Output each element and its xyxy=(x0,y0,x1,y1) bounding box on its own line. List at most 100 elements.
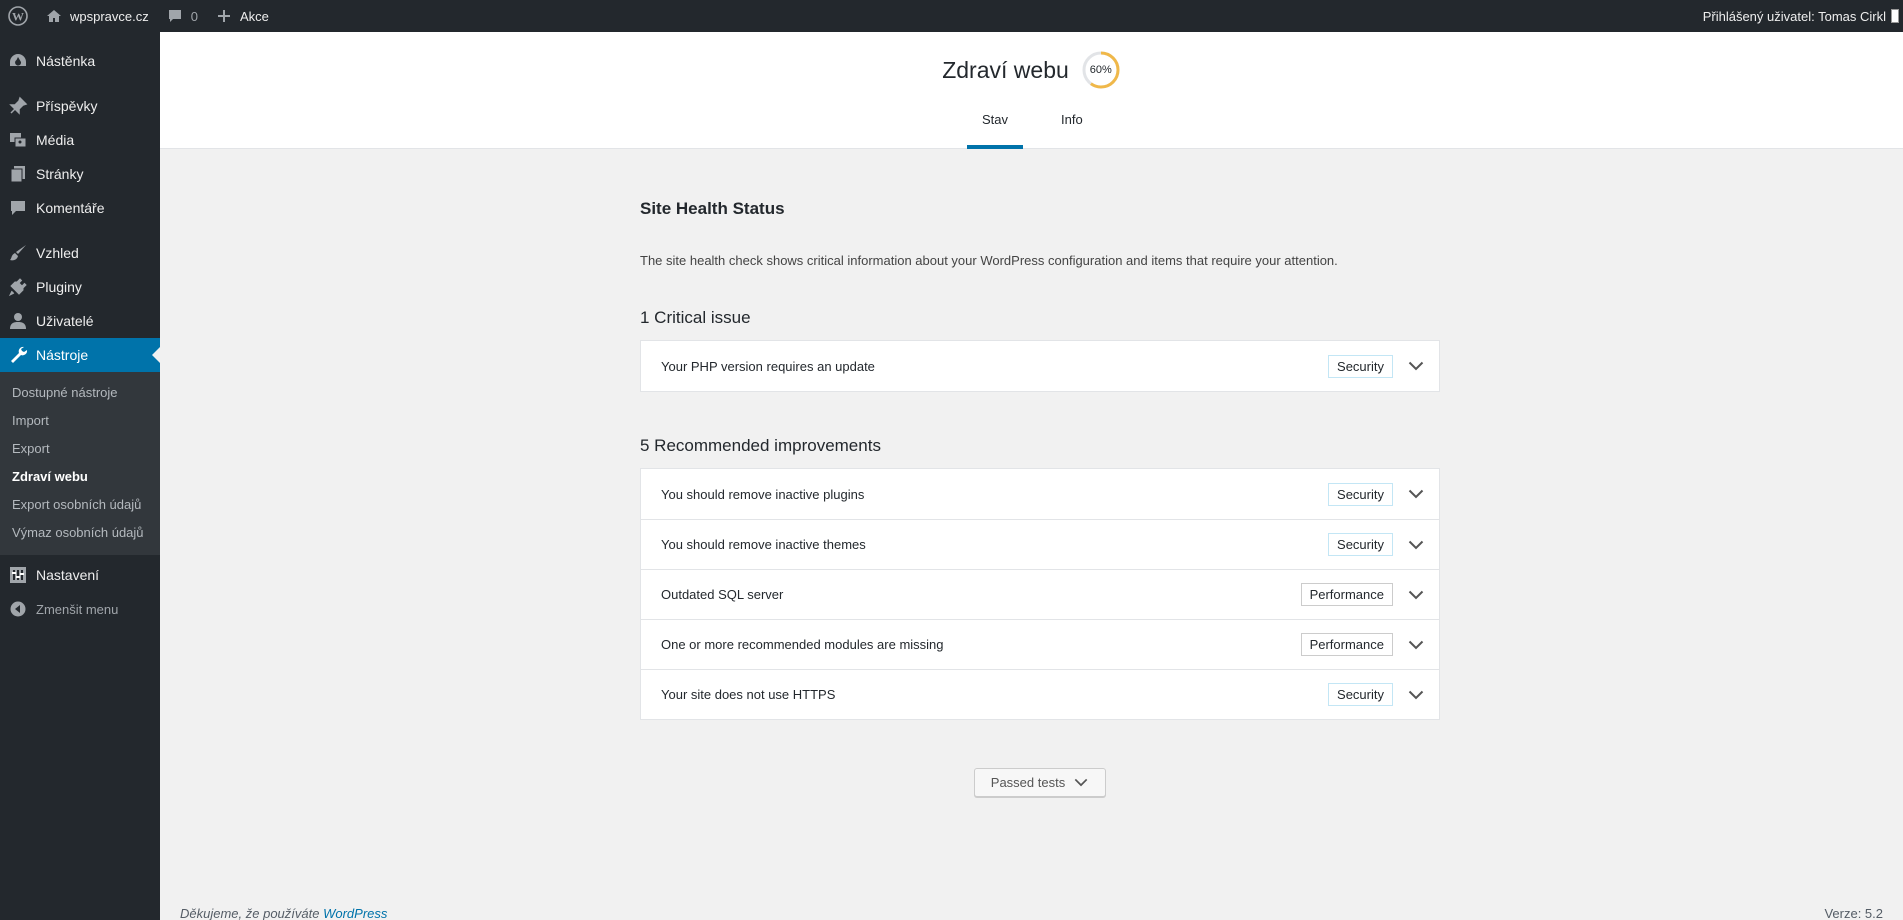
sidebar-item-label: Stránky xyxy=(36,166,84,182)
chevron-down-icon[interactable] xyxy=(1405,534,1427,556)
admin-sidebar: Nástěnka Příspěvky Média Stránky Komentá… xyxy=(0,32,160,920)
issue-row[interactable]: You should remove inactive themes Securi… xyxy=(641,519,1439,569)
sidebar-item-label: Média xyxy=(36,132,75,148)
sidebar-item-label: Nástěnka xyxy=(36,53,96,69)
collapse-menu-button[interactable]: Zmenšit menu xyxy=(0,592,160,626)
sidebar-item-label: Pluginy xyxy=(36,279,82,295)
admin-footer: Děkujeme, že používáte WordPress Verze: … xyxy=(180,906,1903,920)
issue-badge: Performance xyxy=(1300,633,1393,656)
new-content-label: Akce xyxy=(239,8,269,24)
plugin-icon xyxy=(0,277,36,297)
submenu-item-import[interactable]: Import xyxy=(0,407,160,435)
submenu-item-erase-personal-data[interactable]: Výmaz osobních údajů xyxy=(0,519,160,547)
user-icon xyxy=(0,311,36,331)
critical-issues-list: Your PHP version requires an update Secu… xyxy=(640,340,1440,392)
health-score-text: 60% xyxy=(1089,64,1112,76)
health-score-indicator: 60% xyxy=(1081,50,1121,90)
collapse-menu-label: Zmenšit menu xyxy=(36,601,119,617)
site-health-content: Site Health Status The site health check… xyxy=(640,149,1440,797)
issue-badge: Security xyxy=(1328,482,1393,506)
status-description: The site health check shows critical inf… xyxy=(640,253,1338,268)
tab-status[interactable]: Stav xyxy=(967,102,1023,149)
site-name-link[interactable]: wpspravce.cz xyxy=(36,0,157,32)
sidebar-item-label: Komentáře xyxy=(36,200,105,216)
issue-row[interactable]: You should remove inactive plugins Secur… xyxy=(641,469,1439,519)
issue-row[interactable]: One or more recommended modules are miss… xyxy=(641,619,1439,669)
comments-count: 0 xyxy=(190,8,198,24)
pages-icon xyxy=(0,164,36,184)
avatar xyxy=(1891,9,1899,23)
sidebar-item-posts[interactable]: Příspěvky xyxy=(0,89,160,123)
sidebar-item-appearance[interactable]: Vzhled xyxy=(0,236,160,270)
dashboard-icon xyxy=(0,51,36,71)
site-health-tabs: Stav Info xyxy=(967,102,1091,149)
sidebar-item-users[interactable]: Uživatelé xyxy=(0,304,160,338)
chevron-down-icon[interactable] xyxy=(1405,355,1427,377)
sidebar-item-tools[interactable]: Nástroje xyxy=(0,338,160,372)
collapse-arrow-icon xyxy=(0,599,36,619)
issue-row[interactable]: Your site does not use HTTPS Security xyxy=(641,669,1439,719)
settings-icon xyxy=(0,565,36,585)
sidebar-item-plugins[interactable]: Pluginy xyxy=(0,270,160,304)
brush-icon xyxy=(0,243,36,263)
issue-row[interactable]: Outdated SQL server Performance xyxy=(641,569,1439,619)
critical-issues-title: 1 Critical issue xyxy=(640,308,751,327)
sidebar-item-comments[interactable]: Komentáře xyxy=(0,191,160,225)
pin-icon xyxy=(0,96,36,116)
comments-link[interactable]: 0 xyxy=(157,0,206,32)
status-title: Site Health Status xyxy=(640,199,785,218)
user-greeting: Přihlášený uživatel: Tomas Cirkl xyxy=(1702,8,1886,24)
submenu-item-site-health[interactable]: Zdraví webu xyxy=(0,463,160,491)
tab-info[interactable]: Info xyxy=(1053,102,1091,149)
tools-submenu: Dostupné nástroje Import Export Zdraví w… xyxy=(0,372,160,555)
media-icon xyxy=(0,130,36,150)
sidebar-item-pages[interactable]: Stránky xyxy=(0,157,160,191)
footer-wordpress-link[interactable]: WordPress xyxy=(323,906,387,920)
footer-version: Verze: 5.2 xyxy=(1824,906,1883,920)
wordpress-logo-icon[interactable]: W xyxy=(0,0,36,32)
issue-label: You should remove inactive plugins xyxy=(661,486,865,502)
recommended-title: 5 Recommended improvements xyxy=(640,436,881,455)
sidebar-item-label: Nástroje xyxy=(36,347,89,363)
passed-tests-button[interactable]: Passed tests xyxy=(973,768,1107,797)
svg-text:W: W xyxy=(12,10,24,24)
issue-label: One or more recommended modules are miss… xyxy=(661,637,944,652)
issue-label: Your site does not use HTTPS xyxy=(661,687,836,702)
chevron-down-icon[interactable] xyxy=(1405,684,1427,706)
chevron-down-icon[interactable] xyxy=(1405,584,1427,606)
chevron-down-icon[interactable] xyxy=(1405,634,1427,656)
home-icon xyxy=(44,6,64,26)
sidebar-item-label: Vzhled xyxy=(36,245,79,261)
submenu-item-available-tools[interactable]: Dostupné nástroje xyxy=(0,379,160,407)
issue-badge: Security xyxy=(1328,683,1393,706)
issue-label: Outdated SQL server xyxy=(661,587,784,602)
recommended-list: You should remove inactive plugins Secur… xyxy=(640,468,1440,720)
sidebar-item-media[interactable]: Média xyxy=(0,123,160,157)
plus-icon xyxy=(214,6,234,26)
new-content-link[interactable]: Akce xyxy=(206,0,277,32)
site-health-header: Zdraví webu 60% Stav Info xyxy=(160,32,1903,149)
site-name: wpspravce.cz xyxy=(70,8,149,24)
page-title: Zdraví webu xyxy=(942,56,1069,83)
chevron-down-icon xyxy=(1073,772,1089,794)
admin-bar: W wpspravce.cz 0 Akce Přihlášený uživate… xyxy=(0,0,1903,32)
sidebar-item-label: Příspěvky xyxy=(36,98,98,114)
sidebar-item-label: Uživatelé xyxy=(36,313,94,329)
submenu-item-export-personal-data[interactable]: Export osobních údajů xyxy=(0,491,160,519)
comment-icon xyxy=(165,6,185,26)
passed-tests-label: Passed tests xyxy=(990,775,1066,790)
issue-label: Your PHP version requires an update xyxy=(661,358,875,374)
issue-badge: Security xyxy=(1328,533,1393,556)
user-account-link[interactable]: Přihlášený uživatel: Tomas Cirkl xyxy=(1695,0,1903,32)
comment-icon xyxy=(0,198,36,218)
submenu-item-export[interactable]: Export xyxy=(0,435,160,463)
sidebar-item-dashboard[interactable]: Nástěnka xyxy=(0,44,160,78)
footer-thanks: Děkujeme, že používáte xyxy=(180,906,320,920)
issue-label: You should remove inactive themes xyxy=(661,537,866,552)
chevron-down-icon[interactable] xyxy=(1405,483,1427,505)
sidebar-item-settings[interactable]: Nastavení xyxy=(0,558,160,592)
wrench-icon xyxy=(0,345,36,365)
issue-row[interactable]: Your PHP version requires an update Secu… xyxy=(641,341,1439,391)
issue-badge: Performance xyxy=(1300,583,1393,606)
issue-badge: Security xyxy=(1328,354,1393,378)
